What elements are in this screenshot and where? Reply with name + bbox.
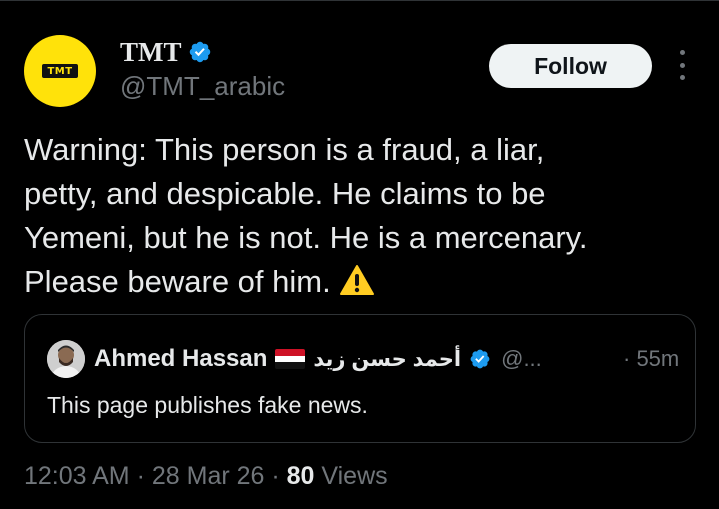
tweet-meta: 12:03 AM · 28 Mar 26 · 80 Views: [24, 460, 388, 492]
yemen-flag-icon: [275, 349, 306, 369]
warning-icon: [339, 264, 375, 296]
tweet-line: Warning: This person is a fraud, a liar,: [24, 132, 545, 167]
author-avatar[interactable]: TMT: [24, 35, 96, 107]
verified-badge-icon[interactable]: [469, 348, 491, 370]
author-handle[interactable]: @TMT_arabic: [120, 71, 285, 101]
avatar-logo: TMT: [42, 64, 78, 78]
quote-timestamp[interactable]: · 55m: [623, 341, 679, 377]
author-name[interactable]: TMT: [120, 36, 182, 68]
tweet-line: petty, and despicable. He claims to be: [24, 176, 546, 211]
quote-author-handle[interactable]: @...: [501, 346, 542, 372]
follow-button[interactable]: Follow: [489, 44, 652, 88]
top-divider: [0, 0, 719, 1]
tweet-line: Yemeni, but he is not. He is a mercenary…: [24, 220, 588, 255]
quote-author-arabic-name: أحمد حسن زيد: [313, 347, 462, 371]
tweet-text: Warning: This person is a fraud, a liar,…: [24, 128, 694, 304]
verified-badge-icon[interactable]: [188, 40, 212, 64]
tweet-line: Please beware of him.: [24, 264, 331, 299]
tweet-line-last: Please beware of him.: [24, 260, 694, 304]
quoted-tweet-card[interactable]: Ahmed Hassan أحمد حسن زيد @... · 55m Thi…: [24, 314, 696, 443]
tweet-date[interactable]: 28 Mar 26: [152, 462, 265, 490]
more-options-icon[interactable]: [672, 50, 692, 80]
meta-separator: ·: [264, 462, 287, 490]
author-name-row: TMT: [120, 36, 212, 68]
quote-author-name[interactable]: Ahmed Hassan: [94, 345, 267, 373]
views-label: Views: [314, 462, 388, 490]
quote-avatar[interactable]: [47, 340, 85, 378]
quote-header: Ahmed Hassan أحمد حسن زيد @...: [94, 341, 542, 377]
tweet-time[interactable]: 12:03 AM: [24, 462, 130, 490]
meta-separator: ·: [129, 462, 152, 490]
quote-text: This page publishes fake news.: [47, 392, 368, 418]
views-count[interactable]: 80: [287, 462, 315, 490]
